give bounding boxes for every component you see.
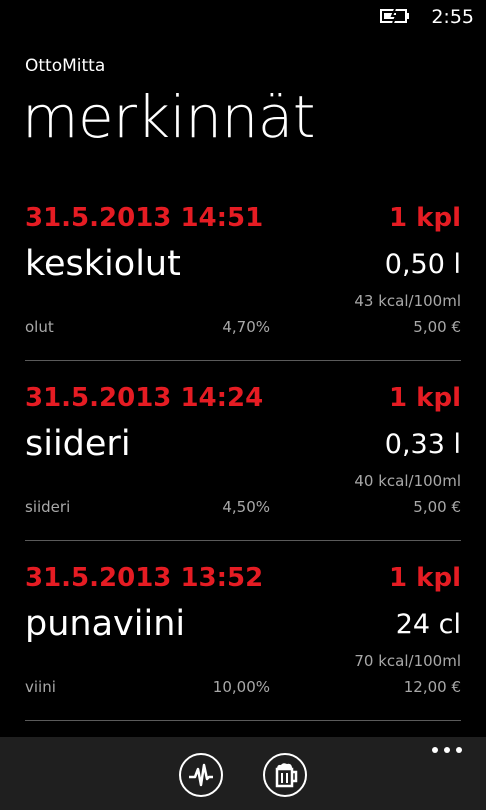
entry-name: siideri [25,424,131,464]
pulse-chart-icon [189,763,213,787]
page-title: merkinnät [22,83,316,151]
entry-abv: 4,50% [222,498,270,516]
divider [25,720,461,721]
entry-quantity: 1 kpl [389,383,461,413]
app-bar [0,737,486,810]
battery-charging-icon [380,8,409,24]
entry-name: punaviini [25,604,186,644]
beer-mug-icon [275,763,298,788]
entry-quantity: 1 kpl [389,563,461,593]
ellipsis-icon[interactable] [432,747,462,757]
stats-button[interactable] [179,753,223,797]
entry-name: keskiolut [25,244,181,284]
list-item[interactable]: 31.5.2013 14:24 1 kpl siideri 0,33 l 40 … [0,385,486,565]
entry-volume: 0,50 l [384,249,461,280]
entry-category: olut [25,318,54,336]
entry-category: siideri [25,498,71,516]
entry-category: viini [25,678,56,696]
entry-datetime: 31.5.2013 14:51 [25,203,264,233]
entry-energy: 70 kcal/100ml [354,652,461,670]
entry-datetime: 31.5.2013 13:52 [25,563,264,593]
entry-volume: 0,33 l [384,429,461,460]
add-drink-button[interactable] [263,753,307,797]
status-bar: 2:55 [0,0,486,34]
divider [25,360,461,361]
clock: 2:55 [431,6,474,28]
list-item[interactable]: 31.5.2013 13:52 1 kpl punaviini 24 cl 70… [0,565,486,745]
divider [25,540,461,541]
entry-energy: 43 kcal/100ml [354,292,461,310]
entry-abv: 4,70% [222,318,270,336]
entry-quantity: 1 kpl [389,203,461,233]
entry-energy: 40 kcal/100ml [354,472,461,490]
entry-volume: 24 cl [395,609,461,640]
entry-price: 12,00 € [403,678,461,696]
entry-abv: 10,00% [212,678,270,696]
entry-datetime: 31.5.2013 14:24 [25,383,264,413]
entry-price: 5,00 € [413,498,461,516]
app-title: OttoMitta [25,56,106,76]
entry-price: 5,00 € [413,318,461,336]
list-item[interactable]: 31.5.2013 14:51 1 kpl keskiolut 0,50 l 4… [0,205,486,385]
